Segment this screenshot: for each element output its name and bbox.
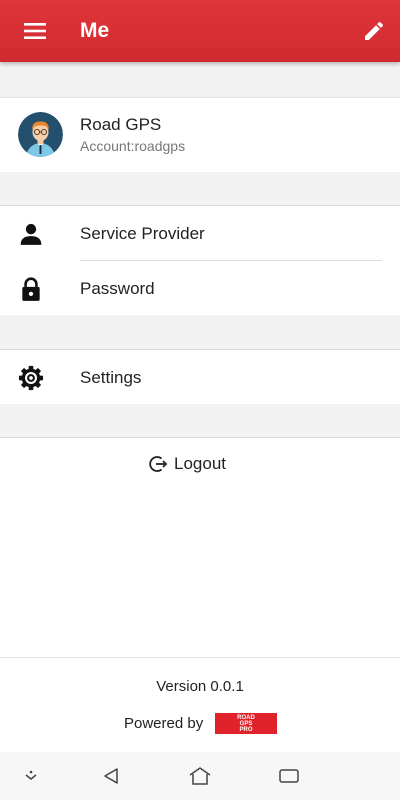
lock-icon [18,276,44,302]
service-provider-item[interactable]: Service Provider [0,206,400,261]
footer: Version 0.0.1 Powered by ROAD GPS PRO [0,657,400,752]
avatar [18,112,63,157]
collapse-button[interactable] [17,762,45,790]
collapse-down-icon [25,770,37,780]
page-title: Me [80,19,110,42]
version-text: Version 0.0.1 [156,678,244,695]
logout-button[interactable]: Logout [148,454,226,474]
user-avatar-icon [18,112,63,157]
profile-account: Account:roadgps [80,138,186,154]
menu-button[interactable] [0,0,70,62]
home-button[interactable] [186,762,214,790]
settings-group: Settings [0,349,400,404]
app-bar: Me [0,0,400,62]
settings-label: Settings [80,368,142,387]
powered-by-text: Powered by [124,715,204,732]
system-nav-bar [0,752,400,800]
road-gps-pro-logo: ROAD GPS PRO [215,713,277,734]
gear-icon [18,365,44,391]
settings-item[interactable]: Settings [0,350,400,405]
back-icon [104,768,118,784]
edit-button[interactable] [360,17,388,45]
logout-label: Logout [174,454,226,473]
person-icon [18,221,44,247]
password-item[interactable]: Password [0,261,400,316]
pencil-icon [365,21,384,40]
logout-icon [149,456,168,472]
profile-name: Road GPS [80,115,162,134]
back-button[interactable] [97,762,125,790]
hamburger-menu-icon [24,23,46,39]
logout-section: Logout [0,437,400,657]
recents-button[interactable] [275,762,303,790]
account-group: Service Provider Password [0,205,400,315]
password-label: Password [80,279,155,298]
recents-icon [279,769,299,783]
service-provider-label: Service Provider [80,224,205,243]
profile-card[interactable]: Road GPS Account:roadgps [0,97,400,172]
home-icon [189,767,211,785]
